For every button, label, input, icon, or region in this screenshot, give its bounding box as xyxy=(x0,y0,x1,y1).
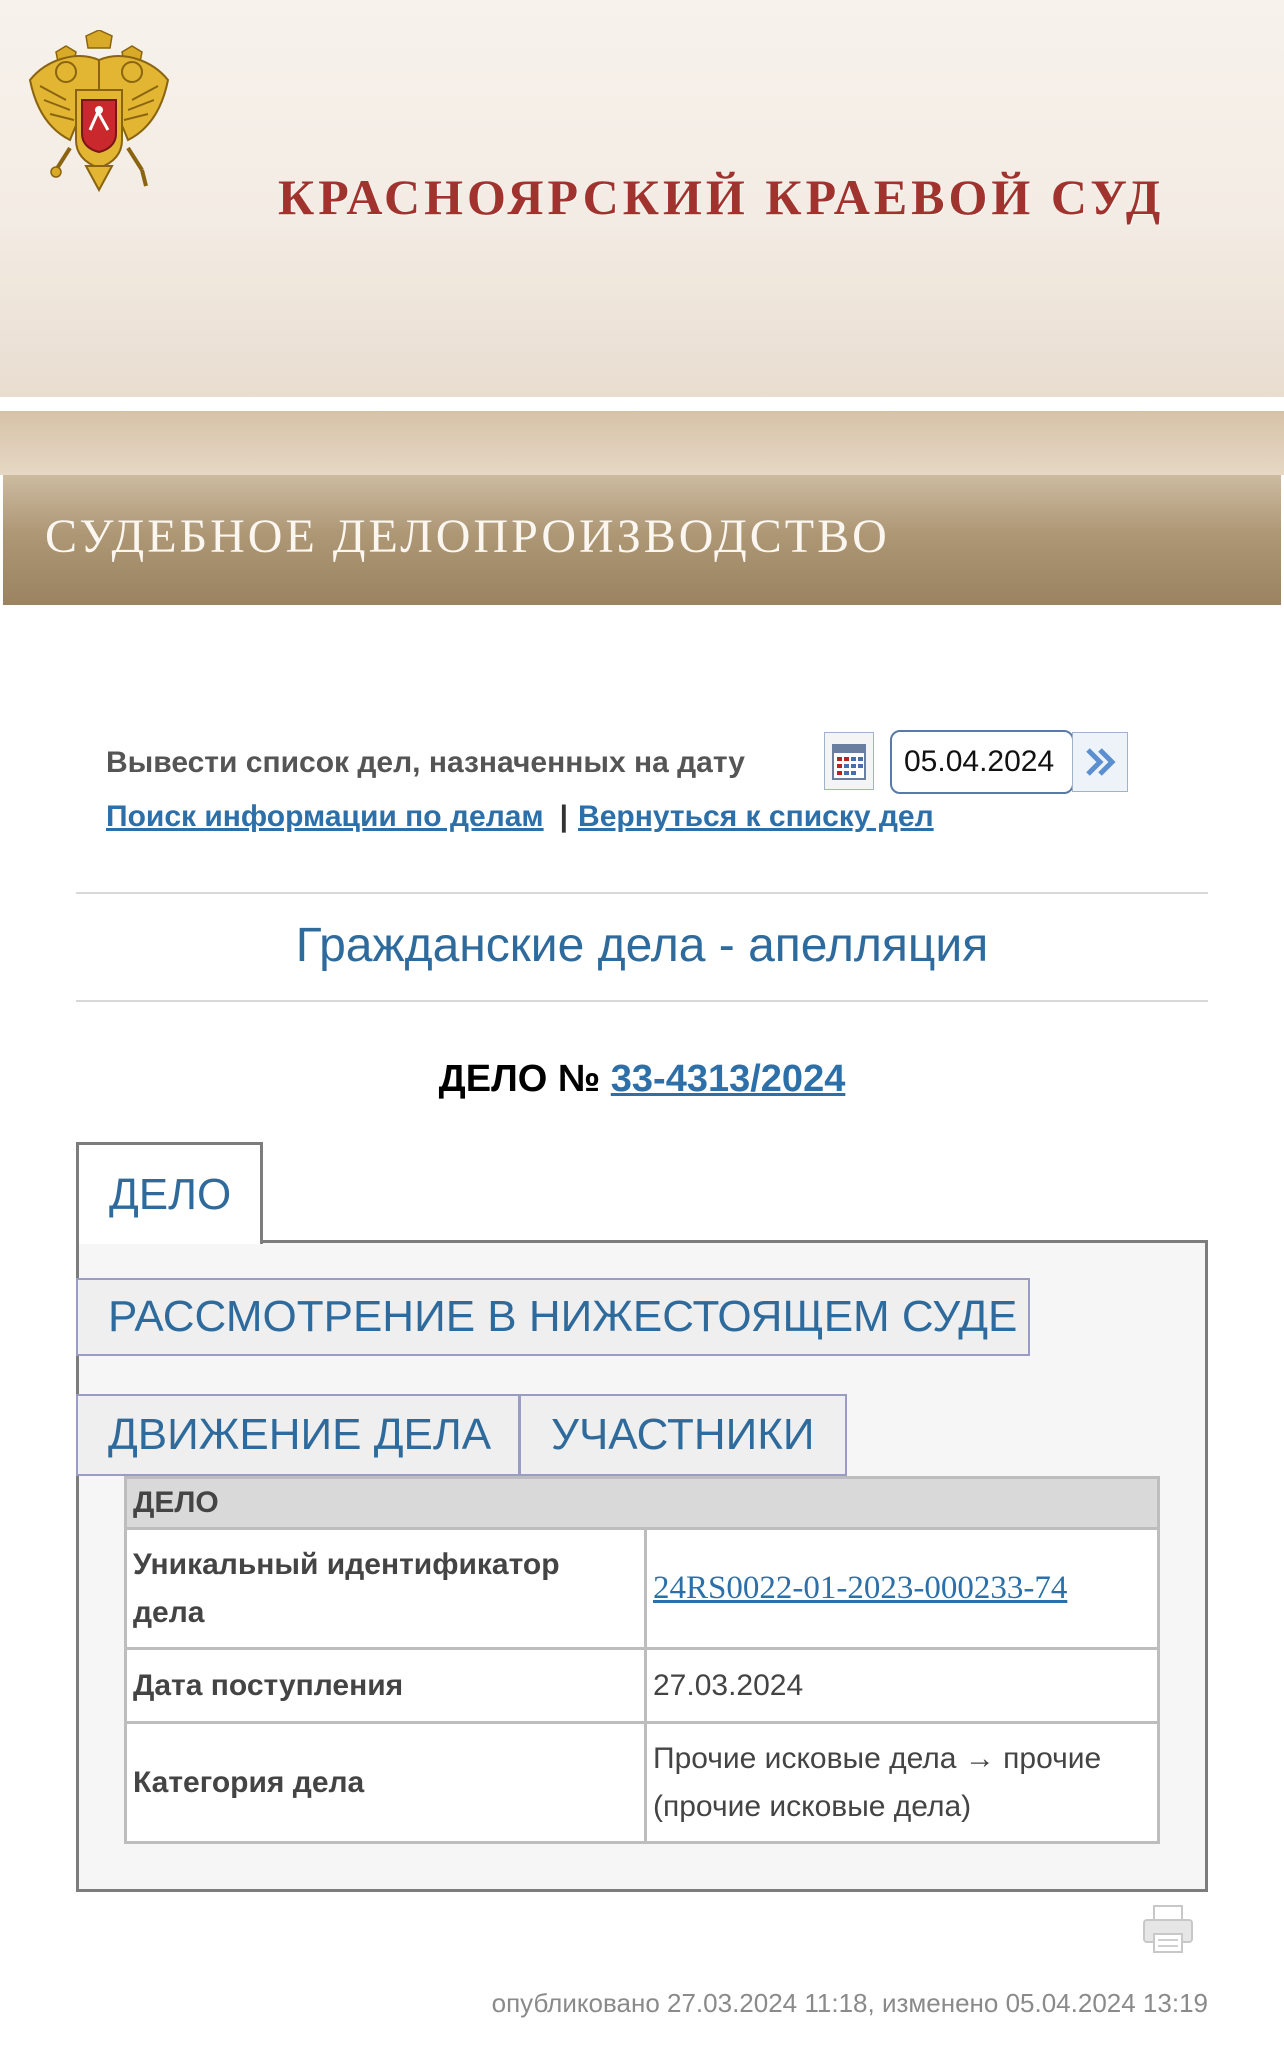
calendar-icon xyxy=(832,744,866,780)
court-title: КРАСНОЯРСКИЙ КРАЕВОЙ СУД xyxy=(278,169,1165,225)
case-number-heading: ДЕЛО № 33-4313/2024 xyxy=(76,1058,1208,1101)
header-divider xyxy=(0,397,1284,411)
section-title: СУДЕБНОЕ ДЕЛОПРОИЗВОДСТВО xyxy=(45,510,890,563)
divider-bottom xyxy=(76,1000,1208,1002)
table-header-row: ДЕЛО xyxy=(124,1476,1160,1530)
row-label: Дата поступления xyxy=(124,1647,647,1724)
tab-movement[interactable]: ДВИЖЕНИЕ ДЕЛА xyxy=(76,1394,520,1476)
case-info-table: ДЕЛО Уникальный идентификатор дела 24RS0… xyxy=(124,1476,1160,1844)
case-number-prefix: ДЕЛО № xyxy=(438,1058,601,1100)
row-label: Уникальный идентификатор дела xyxy=(124,1527,647,1650)
row-label: Категория дела xyxy=(124,1721,647,1844)
back-to-list-link[interactable]: Вернуться к списку дел xyxy=(578,800,934,833)
tab-participants[interactable]: УЧАСТНИКИ xyxy=(519,1394,847,1476)
table-header: ДЕЛО xyxy=(124,1476,1160,1530)
decorative-band xyxy=(0,411,1284,475)
date-input[interactable] xyxy=(890,730,1074,794)
site-header: КРАСНОЯРСКИЙ КРАЕВОЙ СУД xyxy=(0,0,1284,397)
section-bar: СУДЕБНОЕ ДЕЛОПРОИЗВОДСТВО xyxy=(3,475,1281,605)
search-cases-link[interactable]: Поиск информации по делам xyxy=(106,800,544,833)
printer-icon[interactable] xyxy=(1142,1904,1194,1956)
table-row: Дата поступления 27.03.2024 xyxy=(124,1647,1160,1724)
divider-top xyxy=(76,892,1208,894)
case-number-link[interactable]: 33-4313/2024 xyxy=(611,1058,846,1100)
tab-case[interactable]: ДЕЛО xyxy=(76,1142,263,1244)
table-row: Категория дела Прочие исковые дела → про… xyxy=(124,1721,1160,1844)
unique-id-link[interactable]: 24RS0022-01-2023-000233-74 xyxy=(653,1570,1067,1606)
row-value: 27.03.2024 xyxy=(644,1647,1160,1724)
coat-of-arms-icon xyxy=(28,30,170,193)
nav-links: Поиск информации по делам | Вернуться к сп… xyxy=(106,800,934,834)
date-filter-label: Вывести список дел, назначенных на дату xyxy=(106,746,745,779)
published-info: опубликовано 27.03.2024 11:18, изменено … xyxy=(491,1988,1208,2018)
calendar-button[interactable] xyxy=(824,732,874,790)
go-button[interactable] xyxy=(1072,732,1128,792)
tab-lower-court[interactable]: РАССМОТРЕНИЕ В НИЖЕСТОЯЩЕМ СУДЕ xyxy=(76,1278,1030,1356)
go-arrow-icon xyxy=(1086,748,1116,776)
row-value: Прочие исковые дела → прочие (прочие иск… xyxy=(644,1721,1160,1844)
row-value: 24RS0022-01-2023-000233-74 xyxy=(644,1527,1160,1650)
link-separator: | xyxy=(559,800,569,833)
case-type-heading: Гражданские дела - апелляция xyxy=(295,919,989,972)
table-row: Уникальный идентификатор дела 24RS0022-0… xyxy=(124,1527,1160,1650)
